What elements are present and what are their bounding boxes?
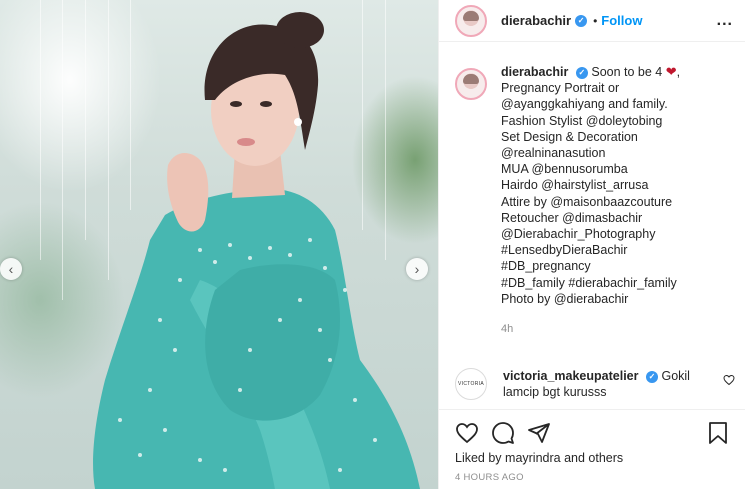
caption-comment: dierabachir ✓ Soon to be 4 ❤, Pregnancy …	[455, 64, 730, 337]
caption-username[interactable]: dierabachir	[501, 65, 568, 79]
post-photo[interactable]: ‹ ›	[0, 0, 438, 489]
caption-text-line: Pregnancy Portrait or	[501, 81, 620, 96]
caption-text-line: #DB_family #dierabachir_family	[501, 275, 677, 290]
post-actions: Liked by mayrindra and others 4 HOURS AG…	[439, 409, 745, 489]
lips	[237, 138, 255, 146]
caption-text-line: #LensedbyDieraBachir	[501, 243, 628, 258]
comment-icon	[492, 422, 514, 444]
heart-icon	[456, 423, 478, 444]
author-username[interactable]: dierabachir	[501, 13, 571, 28]
verified-badge-icon: ✓	[575, 14, 588, 27]
caption-text-line: Retoucher @dimasbachir	[501, 210, 643, 225]
separator-dot: •	[593, 13, 598, 28]
like-button[interactable]	[455, 421, 479, 445]
caption-author-avatar[interactable]	[455, 68, 487, 100]
likes-summary[interactable]: Liked by mayrindra and others	[455, 451, 730, 465]
earring	[294, 118, 302, 126]
caption-text-line: Hairdo @hairstylist_arrusa	[501, 178, 649, 193]
hair-bun	[276, 12, 324, 48]
red-heart-emoji-icon: ❤	[665, 64, 677, 79]
comment-like-button[interactable]	[723, 374, 735, 400]
comment-text: Gokil	[661, 369, 690, 383]
commenter-avatar[interactable]: VICTORIA	[455, 368, 487, 400]
verified-badge-icon: ✓	[575, 66, 588, 79]
carousel-next-button[interactable]: ›	[406, 258, 428, 280]
post-header: dierabachir ✓ • Follow ...	[439, 0, 745, 42]
caption-first-line: dierabachir ✓ Soon to be 4 ❤,	[501, 64, 730, 80]
share-icon	[528, 423, 550, 443]
comment-body: victoria_makeupatelier ✓ Gokil lamcip bg…	[503, 368, 713, 400]
bookmark-icon	[709, 422, 727, 444]
action-icon-row	[455, 420, 730, 446]
caption-text-line: Soon to be 4	[591, 65, 663, 79]
follow-button[interactable]: Follow	[601, 13, 642, 28]
post-timestamp[interactable]: 4 HOURS AGO	[455, 472, 730, 483]
caption-text-line: Attire by @maisonbaazcouture	[501, 194, 673, 209]
caption-body: dierabachir ✓ Soon to be 4 ❤, Pregnancy …	[501, 64, 730, 337]
caption-text-line: Photo by @dierabachir	[501, 291, 629, 306]
share-button[interactable]	[527, 421, 551, 445]
caption-punctuation: ,	[676, 65, 681, 79]
caption-time[interactable]: 4h	[501, 321, 730, 337]
left-eye	[230, 101, 242, 107]
comment-item: VICTORIA victoria_makeupatelier ✓ Gokil …	[455, 368, 735, 400]
commenter-username[interactable]: victoria_makeupatelier	[503, 369, 639, 383]
caption-lines: dierabachir ✓ Soon to be 4 ❤, Pregnancy …	[501, 64, 730, 307]
caption-text-line: Set Design & Decoration	[501, 129, 638, 144]
save-button[interactable]	[706, 421, 730, 445]
caption-text-line: @realninanasution	[501, 146, 606, 161]
caption-text-line: Fashion Stylist @doleytobing	[501, 113, 663, 128]
right-eye	[260, 101, 272, 107]
caption-text-line: MUA @bennusorumba	[501, 162, 628, 177]
caption-section: dierabachir ✓ Soon to be 4 ❤, Pregnancy …	[439, 64, 745, 337]
heart-icon	[723, 374, 735, 386]
post-side-panel: dierabachir ✓ • Follow ... dierabachir ✓…	[438, 0, 745, 489]
verified-badge-icon: ✓	[645, 370, 658, 383]
comment-text-line: lamcip bgt kurusss	[503, 385, 607, 400]
comment-button[interactable]	[491, 421, 515, 445]
caption-text-line: @Dierabachir_Photography	[501, 227, 656, 242]
caption-text-line: #DB_pregnancy	[501, 259, 591, 274]
carousel-prev-button[interactable]: ‹	[0, 258, 22, 280]
chevron-left-icon: ‹	[8, 261, 14, 277]
portrait-figure	[93, 12, 420, 489]
author-avatar[interactable]	[455, 4, 487, 37]
chevron-right-icon: ›	[414, 261, 420, 277]
caption-text-line: @ayanggkahiyang and family.	[501, 97, 668, 112]
more-options-icon[interactable]: ...	[717, 12, 733, 30]
